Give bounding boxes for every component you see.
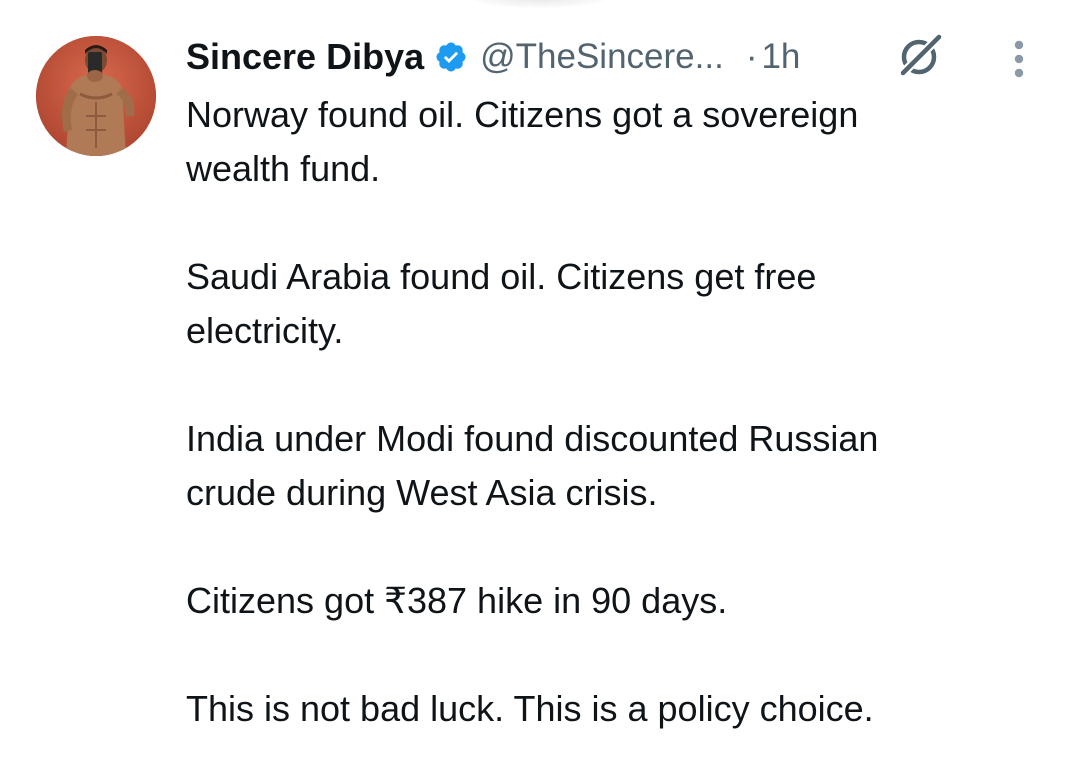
top-edge-shadow (470, 0, 610, 8)
grok-icon[interactable] (896, 30, 946, 80)
tweet-line: Saudi Arabia found oil. Citizens get fre… (186, 256, 817, 297)
tweet-line: electricity. (186, 310, 344, 351)
tweet-line: Norway found oil. Citizens got a soverei… (186, 94, 859, 135)
author-handle[interactable]: @TheSincere... (480, 37, 724, 77)
tweet-line: India under Modi found discounted Russia… (186, 418, 879, 459)
tweet-header: Sincere Dibya @TheSincere... · 1h (186, 34, 800, 80)
tweet-text: Norway found oil. Citizens got a soverei… (186, 88, 1046, 736)
tweet-line: Citizens got ₹387 hike in 90 days. (186, 580, 728, 621)
tweet-line: wealth fund. (186, 148, 381, 189)
timestamp[interactable]: 1h (761, 37, 800, 77)
more-vertical-icon[interactable] (1004, 38, 1034, 82)
meta-separator: · (745, 37, 758, 76)
tweet-line: This is not bad luck. This is a policy c… (186, 688, 874, 729)
avatar-image (36, 36, 156, 156)
verified-badge-icon[interactable] (434, 40, 468, 74)
tweet-line: crude during West Asia crisis. (186, 472, 658, 513)
author-display-name[interactable]: Sincere Dibya (186, 36, 424, 78)
avatar[interactable] (36, 36, 156, 156)
